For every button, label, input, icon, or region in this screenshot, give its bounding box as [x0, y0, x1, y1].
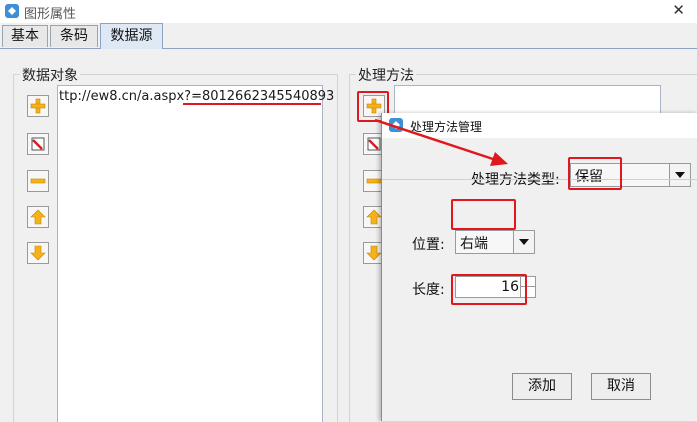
red-arrow-annotation: [374, 118, 508, 166]
